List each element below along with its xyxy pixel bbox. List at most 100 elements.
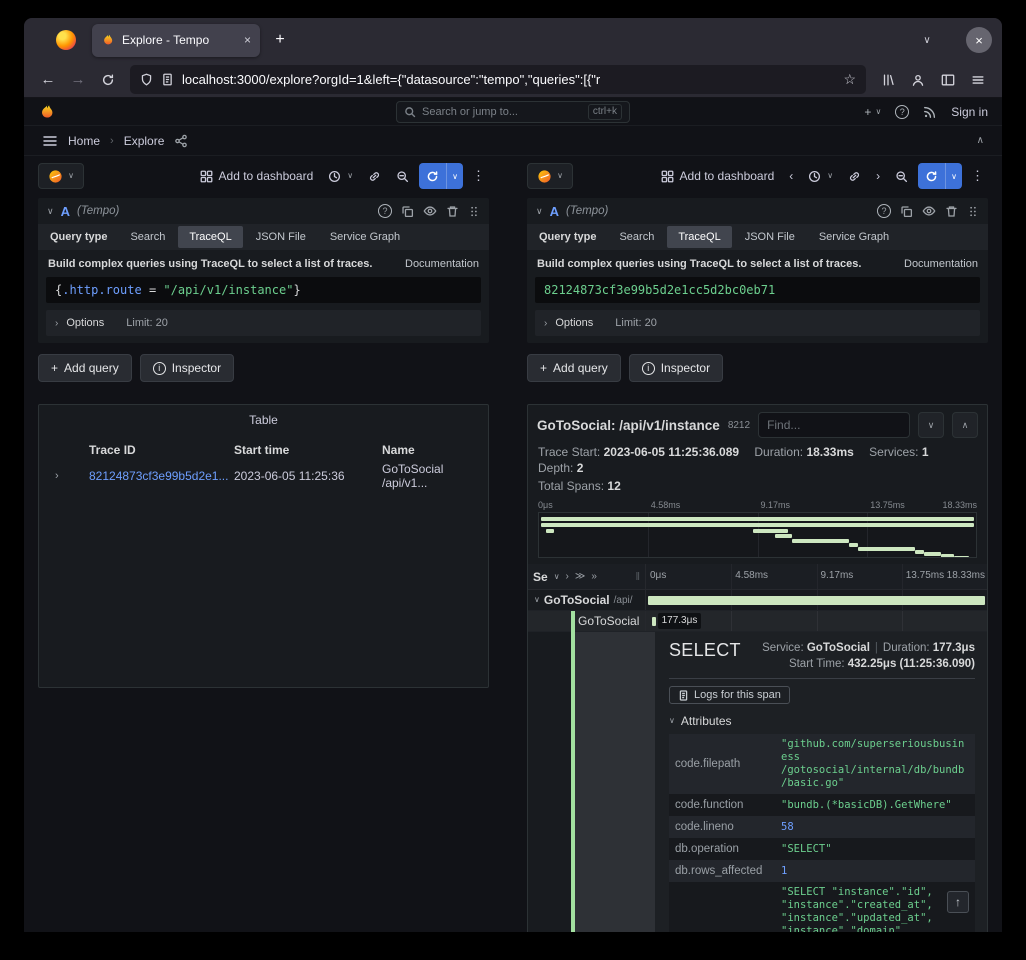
collapse-all-icon[interactable]: ≫: [575, 571, 585, 582]
tab-service-graph[interactable]: Service Graph: [808, 226, 900, 248]
table-row[interactable]: › 82124873cf3e99b5d2e1... 2023-06-05 11:…: [47, 465, 480, 487]
query-row-header[interactable]: ∨ A (Tempo) ?: [38, 198, 489, 224]
chevron-down-icon[interactable]: ∨: [554, 573, 560, 581]
sidebar-icon[interactable]: [934, 66, 962, 94]
attributes-collapse[interactable]: ∨ Attributes: [669, 714, 975, 728]
collapse-query-icon[interactable]: ∨: [47, 206, 54, 217]
span-row-selected[interactable]: GoToSocial 177.3μs: [528, 611, 987, 632]
tab-traceql[interactable]: TraceQL: [178, 226, 242, 248]
run-query-button[interactable]: ∨: [419, 163, 463, 189]
traceql-code-editor[interactable]: 82124873cf3e99b5d2e1cc5d2bc0eb71: [535, 277, 980, 303]
add-query-button[interactable]: + Add query: [38, 354, 132, 382]
options-collapse[interactable]: › Options Limit: 20: [535, 310, 980, 336]
run-interval-caret[interactable]: ∨: [945, 163, 962, 189]
add-query-button[interactable]: + Add query: [527, 354, 621, 382]
new-button[interactable]: + ∨: [864, 105, 881, 119]
datasource-picker[interactable]: ∨: [527, 163, 573, 189]
trace-minimap[interactable]: 0μs 4.58ms 9.17ms 13.75ms 18.33ms: [538, 500, 977, 558]
zoom-out-button[interactable]: [391, 163, 414, 189]
tab-close-icon[interactable]: ×: [244, 33, 251, 47]
forward-button[interactable]: →: [64, 66, 92, 94]
tab-json-file[interactable]: JSON File: [734, 226, 806, 248]
run-query-button[interactable]: ∨: [918, 163, 962, 189]
column-resizer[interactable]: ‖: [635, 571, 640, 583]
grafana-logo[interactable]: [38, 103, 56, 121]
tab-search[interactable]: Search: [119, 226, 176, 248]
menu-icon[interactable]: [964, 66, 992, 94]
duplicate-query-icon[interactable]: [401, 205, 414, 218]
add-to-dashboard-button[interactable]: Add to dashboard: [195, 163, 319, 189]
kebab-menu-icon[interactable]: ⋮: [468, 168, 489, 184]
zoom-out-button[interactable]: [890, 163, 913, 189]
back-button[interactable]: ←: [34, 66, 62, 94]
datasource-picker[interactable]: ∨: [38, 163, 84, 189]
search-input[interactable]: Search or jump to... ctrl+k: [396, 101, 630, 123]
collapse-query-icon[interactable]: ∨: [536, 206, 543, 217]
find-input[interactable]: [758, 412, 910, 438]
query-row-header[interactable]: ∨ A (Tempo) ?: [527, 198, 988, 224]
options-collapse[interactable]: › Options Limit: 20: [46, 310, 481, 336]
breadcrumb-home[interactable]: Home: [68, 134, 100, 148]
add-to-dashboard-button[interactable]: Add to dashboard: [656, 163, 780, 189]
collapse-toolbar-icon[interactable]: ∧: [977, 135, 984, 146]
tab-service-graph[interactable]: Service Graph: [319, 226, 411, 248]
share-icon[interactable]: [174, 134, 188, 148]
traceql-code-editor[interactable]: {.http.route = "/api/v1/instance"}: [46, 277, 481, 303]
move-pane-right-button[interactable]: ›: [871, 163, 885, 189]
browser-tab[interactable]: Explore - Tempo ×: [92, 24, 260, 57]
inspector-button[interactable]: i Inspector: [629, 354, 723, 382]
tab-traceql[interactable]: TraceQL: [667, 226, 731, 248]
time-picker-button[interactable]: ∨: [323, 163, 358, 189]
documentation-link[interactable]: Documentation: [904, 258, 978, 270]
drag-handle-icon[interactable]: [468, 205, 480, 218]
tab-search[interactable]: Search: [608, 226, 665, 248]
documentation-link[interactable]: Documentation: [405, 258, 479, 270]
url-bar[interactable]: localhost:3000/explore?orgId=1&left={"da…: [130, 65, 866, 94]
logs-for-span-button[interactable]: Logs for this span: [669, 686, 790, 704]
query-help-icon[interactable]: ?: [877, 204, 891, 218]
span-duration-bar[interactable]: [652, 617, 655, 626]
shield-icon[interactable]: [140, 73, 153, 86]
drag-handle-icon[interactable]: [967, 205, 979, 218]
url-text[interactable]: localhost:3000/explore?orgId=1&left={"da…: [182, 72, 835, 87]
collapse-children-icon[interactable]: ∨: [534, 596, 540, 604]
link-button[interactable]: [363, 163, 386, 189]
window-close-button[interactable]: ×: [966, 27, 992, 53]
page-info-icon[interactable]: [161, 73, 174, 86]
tab-json-file[interactable]: JSON File: [245, 226, 317, 248]
col-start-time[interactable]: Start time: [234, 443, 382, 457]
duplicate-query-icon[interactable]: [900, 205, 913, 218]
run-interval-caret[interactable]: ∨: [446, 163, 463, 189]
expand-one-icon[interactable]: ›: [566, 571, 569, 582]
remove-query-icon[interactable]: [945, 205, 958, 218]
disable-query-icon[interactable]: [423, 204, 437, 218]
inspector-button[interactable]: i Inspector: [140, 354, 234, 382]
remove-query-icon[interactable]: [446, 205, 459, 218]
new-tab-button[interactable]: +: [266, 26, 294, 54]
service-operation-header[interactable]: Se ∨ › ≫ » ‖: [528, 564, 646, 589]
expand-all-icon[interactable]: »: [591, 571, 597, 582]
reload-button[interactable]: [94, 66, 122, 94]
kebab-menu-icon[interactable]: ⋮: [967, 168, 988, 184]
col-name[interactable]: Name: [382, 443, 480, 457]
minimap-graph[interactable]: [538, 512, 977, 558]
mega-menu-icon[interactable]: [42, 133, 58, 149]
breadcrumb-explore[interactable]: Explore: [124, 134, 165, 148]
move-pane-left-button[interactable]: ‹: [784, 163, 798, 189]
col-trace-id[interactable]: Trace ID: [89, 443, 234, 457]
account-icon[interactable]: [904, 66, 932, 94]
news-icon[interactable]: [923, 105, 937, 119]
find-next-button[interactable]: ∧: [952, 412, 978, 438]
list-tabs-icon[interactable]: ∨: [914, 27, 940, 53]
span-row-root[interactable]: ∨ GoToSocial /api/: [528, 590, 987, 611]
library-icon[interactable]: [874, 66, 902, 94]
time-picker-button[interactable]: ∨: [803, 163, 838, 189]
trace-id-link[interactable]: 82124873cf3e99b5d2e1...: [89, 469, 234, 483]
query-help-icon[interactable]: ?: [378, 204, 392, 218]
expand-row-icon[interactable]: ›: [47, 470, 89, 482]
find-prev-button[interactable]: ∨: [918, 412, 944, 438]
link-button[interactable]: [843, 163, 866, 189]
help-icon[interactable]: ?: [895, 105, 909, 119]
scroll-to-top-button[interactable]: ↑: [947, 891, 969, 913]
span-duration-bar[interactable]: [648, 596, 986, 605]
